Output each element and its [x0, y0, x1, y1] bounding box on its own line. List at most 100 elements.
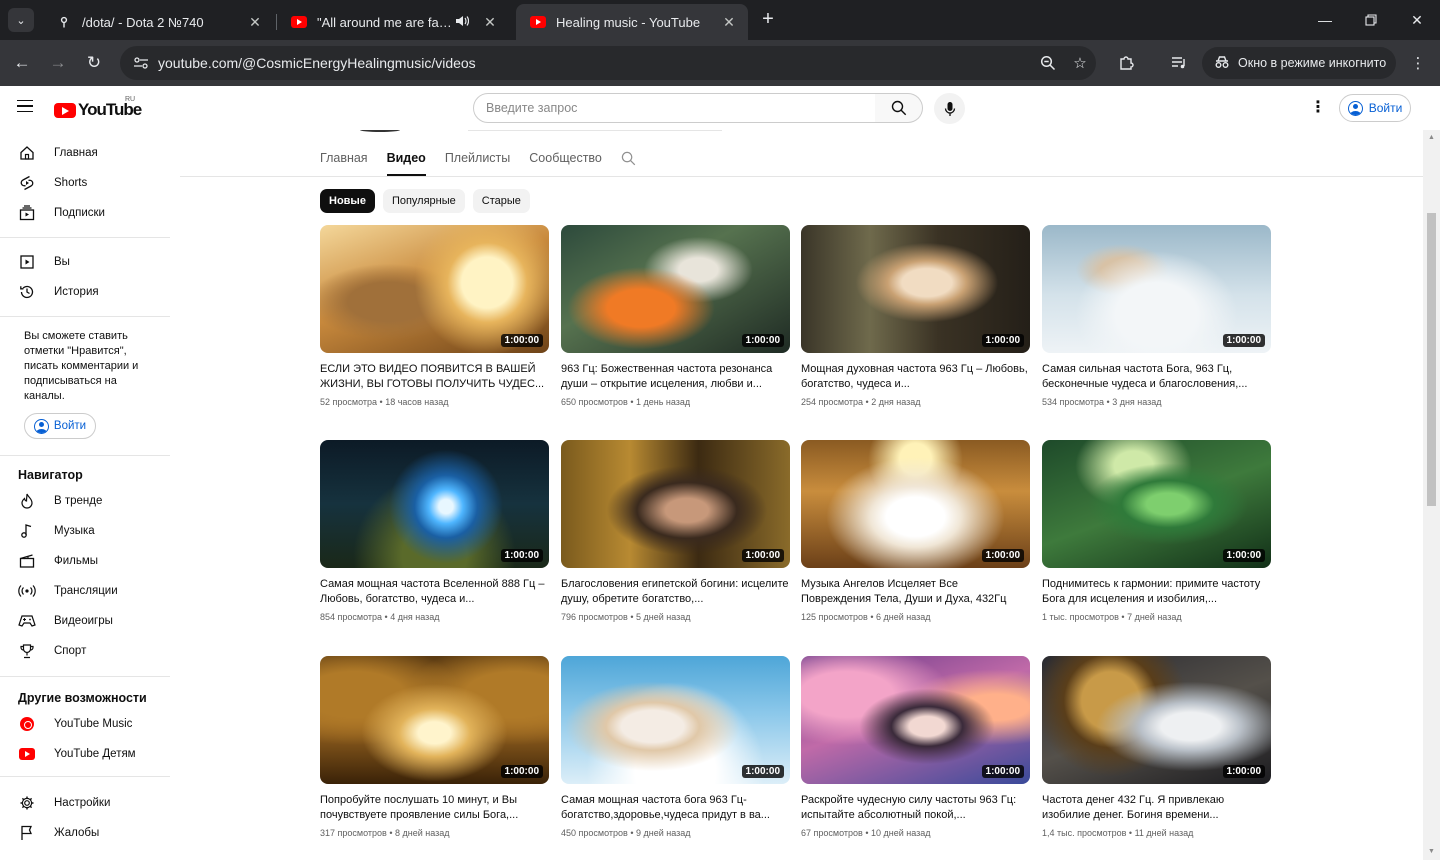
sidebar-item-music[interactable]: Музыка	[0, 516, 170, 546]
close-icon[interactable]: ✕	[481, 13, 499, 31]
video-title[interactable]: Самая сильная частота Бога, 963 Гц, беск…	[1042, 362, 1271, 392]
video-title[interactable]: Самая мощная частота Вселенной 888 Гц – …	[320, 577, 549, 607]
settings-menu-button[interactable]: ⋮	[1308, 98, 1328, 118]
video-thumbnail[interactable]: 1:00:00	[561, 656, 790, 784]
zoom-icon[interactable]	[1032, 55, 1064, 71]
sidebar-item-trending[interactable]: В тренде	[0, 486, 170, 516]
sidebar-item-youtube-kids[interactable]: YouTube Детям	[0, 739, 170, 769]
video-thumbnail[interactable]: 1:00:00	[561, 440, 790, 568]
close-icon[interactable]: ✕	[720, 13, 738, 31]
address-bar[interactable]: youtube.com/@CosmicEnergyHealingmusic/vi…	[120, 46, 1096, 80]
new-tab-button[interactable]: +	[758, 9, 778, 30]
scroll-down-arrow-icon[interactable]: ▼	[1427, 848, 1436, 856]
voice-search-button[interactable]	[934, 93, 965, 124]
reload-button[interactable]: ↻	[80, 49, 108, 77]
browser-tab-healing-music[interactable]: Healing music - YouTube ✕	[516, 4, 748, 40]
video-title[interactable]: Самая мощная частота бога 963 Гц- богатс…	[561, 793, 790, 823]
tab-title: Healing music - YouTube	[556, 14, 701, 30]
video-title[interactable]: ЕСЛИ ЭТО ВИДЕО ПОЯВИТСЯ В ВАШЕЙ ЖИЗНИ, В…	[320, 362, 549, 392]
sidebar-item-subscriptions[interactable]: Подписки	[0, 198, 170, 228]
video-thumbnail[interactable]: 1:00:00	[320, 440, 549, 568]
video-thumbnail[interactable]: 1:00:00	[320, 225, 549, 353]
video-card[interactable]: 1:00:00 Поднимитесь к гармонии: примите …	[1042, 440, 1271, 622]
channel-search-button[interactable]	[621, 140, 636, 176]
video-card[interactable]: 1:00:00 Попробуйте послушать 10 минут, и…	[320, 656, 549, 838]
minimize-button[interactable]: —	[1302, 0, 1348, 40]
sign-in-button[interactable]: Войти	[1339, 94, 1411, 122]
video-card[interactable]: 1:00:00 Раскройте чудесную силу частоты …	[801, 656, 1030, 838]
tab-home[interactable]: Главная	[320, 140, 368, 176]
url-text[interactable]: youtube.com/@CosmicEnergyHealingmusic/vi…	[156, 55, 1032, 71]
chip-oldest[interactable]: Старые	[472, 189, 530, 213]
video-duration: 1:00:00	[500, 549, 543, 562]
site-settings-icon[interactable]	[126, 56, 156, 70]
video-title[interactable]: 963 Гц: Божественная частота резонанса д…	[561, 362, 790, 392]
search-input[interactable]	[486, 101, 875, 115]
youtube-logo[interactable]: YouTube RU	[54, 96, 142, 120]
bookmark-star-icon[interactable]: ☆	[1064, 54, 1096, 72]
sidebar-item-gaming[interactable]: Видеоигры	[0, 606, 170, 636]
video-thumbnail[interactable]: 1:00:00	[1042, 440, 1271, 568]
video-card[interactable]: 1:00:00 963 Гц: Божественная частота рез…	[561, 225, 790, 407]
extensions-icon[interactable]	[1114, 51, 1138, 75]
video-title[interactable]: Поднимитесь к гармонии: примите частоту …	[1042, 577, 1271, 607]
tab-search-button[interactable]: ⌄	[8, 8, 34, 32]
scrollbar-thumb[interactable]	[1427, 213, 1436, 506]
browser-menu-button[interactable]: ⋮	[1406, 51, 1430, 75]
sidebar-item-home[interactable]: Главная	[0, 138, 170, 168]
back-button[interactable]: ←	[8, 49, 36, 77]
video-title[interactable]: Раскройте чудесную силу частоты 963 Гц: …	[801, 793, 1030, 823]
media-controls-icon[interactable]	[1167, 51, 1191, 75]
video-title[interactable]: Частота денег 432 Гц. Я привлекаю изобил…	[1042, 793, 1271, 823]
sidebar-item-settings[interactable]: Настройки	[0, 788, 170, 818]
incognito-indicator[interactable]: Окно в режиме инкогнито	[1202, 47, 1396, 79]
video-thumbnail[interactable]: 1:00:00	[1042, 656, 1271, 784]
video-thumbnail[interactable]: 1:00:00	[801, 656, 1030, 784]
video-card[interactable]: 1:00:00 Частота денег 432 Гц. Я привлека…	[1042, 656, 1271, 838]
chevron-down-icon: ⌄	[16, 14, 26, 27]
close-icon[interactable]: ✕	[246, 13, 264, 31]
more-vert-icon: ⋮	[1410, 55, 1426, 72]
sidebar-item-shorts[interactable]: Shorts	[0, 168, 170, 198]
close-window-button[interactable]: ✕	[1394, 0, 1440, 40]
video-card[interactable]: 1:00:00 Благословения египетской богини:…	[561, 440, 790, 622]
search-box[interactable]	[473, 93, 876, 123]
video-title[interactable]: Мощная духовная частота 963 Гц – Любовь,…	[801, 362, 1030, 392]
video-card[interactable]: 1:00:00 ЕСЛИ ЭТО ВИДЕО ПОЯВИТСЯ В ВАШЕЙ …	[320, 225, 549, 407]
sidebar-item-youtube-music[interactable]: YouTube Music	[0, 709, 170, 739]
restore-button[interactable]	[1348, 0, 1394, 40]
tab-videos[interactable]: Видео	[386, 140, 427, 176]
speaker-icon[interactable]	[455, 15, 473, 30]
video-card[interactable]: 1:00:00 Мощная духовная частота 963 Гц –…	[801, 225, 1030, 407]
sidebar-sign-in-button[interactable]: Войти	[24, 413, 96, 439]
forward-button[interactable]: →	[44, 49, 72, 77]
video-thumbnail[interactable]: 1:00:00	[801, 440, 1030, 568]
video-title[interactable]: Музыка Ангелов Исцеляет Все Повреждения …	[801, 577, 1030, 607]
video-thumbnail[interactable]: 1:00:00	[320, 656, 549, 784]
video-thumbnail[interactable]: 1:00:00	[1042, 225, 1271, 353]
sidebar-item-history[interactable]: История	[0, 277, 170, 307]
sidebar-divider	[0, 455, 170, 456]
video-title[interactable]: Благословения египетской богини: исцелит…	[561, 577, 790, 607]
video-card[interactable]: 1:00:00 Музыка Ангелов Исцеляет Все Повр…	[801, 440, 1030, 622]
video-card[interactable]: 1:00:00 Самая мощная частота Вселенной 8…	[320, 440, 549, 622]
chip-newest[interactable]: Новые	[320, 189, 375, 213]
scroll-up-arrow-icon[interactable]: ▲	[1427, 134, 1436, 142]
tab-community[interactable]: Сообщество	[529, 140, 602, 176]
sidebar-item-sports[interactable]: Спорт	[0, 636, 170, 666]
search-button[interactable]	[875, 93, 923, 123]
video-card[interactable]: 1:00:00 Самая мощная частота бога 963 Гц…	[561, 656, 790, 838]
sidebar-item-live[interactable]: Трансляции	[0, 576, 170, 606]
browser-tab-song[interactable]: "All around me are familiar faces" ✕	[277, 4, 509, 40]
sidebar-item-report[interactable]: Жалобы	[0, 818, 170, 848]
sidebar-item-movies[interactable]: Фильмы	[0, 546, 170, 576]
tab-playlists[interactable]: Плейлисты	[445, 140, 510, 176]
browser-tab-dota[interactable]: /dota/ - Dota 2 №740 ✕	[42, 4, 274, 40]
video-thumbnail[interactable]: 1:00:00	[801, 225, 1030, 353]
chip-popular[interactable]: Популярные	[382, 189, 465, 213]
menu-icon[interactable]	[17, 96, 37, 116]
video-card[interactable]: 1:00:00 Самая сильная частота Бога, 963 …	[1042, 225, 1271, 407]
video-title[interactable]: Попробуйте послушать 10 минут, и Вы почу…	[320, 793, 549, 823]
video-thumbnail[interactable]: 1:00:00	[561, 225, 790, 353]
sidebar-item-you[interactable]: Вы	[0, 247, 170, 277]
